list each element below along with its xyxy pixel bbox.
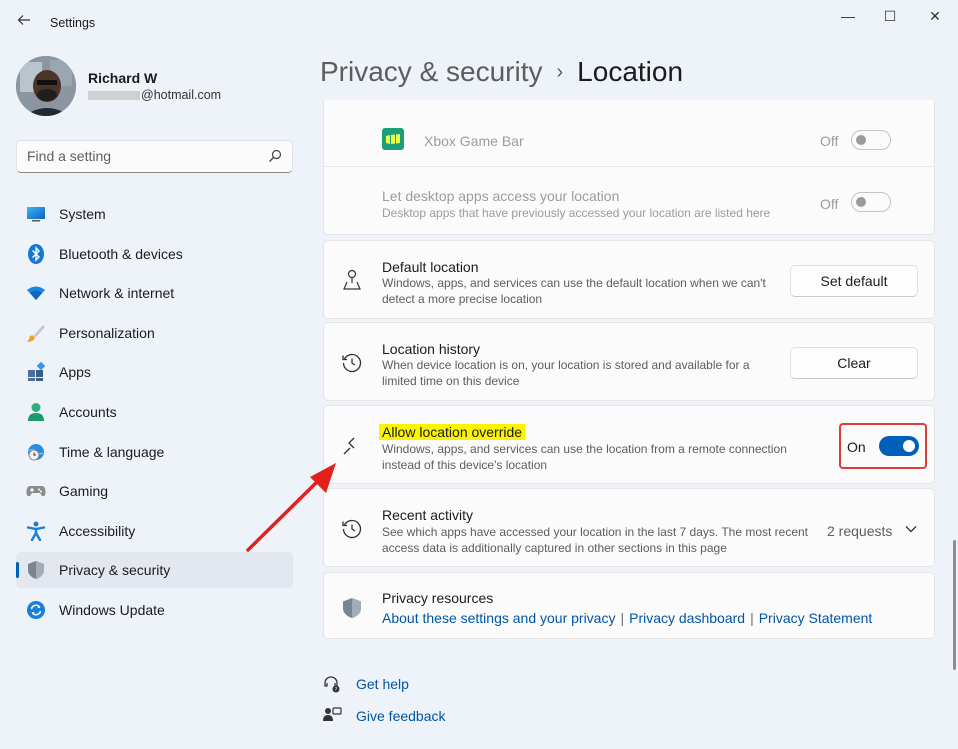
minimize-button[interactable]: — bbox=[833, 6, 863, 26]
feedback-icon bbox=[322, 706, 342, 726]
breadcrumb-separator: › bbox=[556, 61, 564, 83]
sidebar-item-label: Apps bbox=[59, 364, 91, 381]
search-icon[interactable] bbox=[268, 149, 282, 163]
sidebar-item-accounts[interactable]: Accounts bbox=[16, 394, 293, 430]
breadcrumb-parent[interactable]: Privacy & security bbox=[320, 56, 543, 87]
give-feedback-link[interactable]: Give feedback bbox=[356, 708, 446, 724]
sidebar-item-apps[interactable]: Apps bbox=[16, 354, 293, 390]
apps-icon bbox=[26, 362, 46, 382]
about-privacy-link[interactable]: About these settings and your privacy bbox=[382, 610, 615, 626]
location-history-card: Location history When device location is… bbox=[323, 322, 935, 401]
privacy-dashboard-link[interactable]: Privacy dashboard bbox=[629, 610, 745, 626]
sidebar-item-label: Gaming bbox=[59, 483, 109, 500]
maximize-button[interactable]: ☐ bbox=[875, 6, 905, 26]
link-separator: | bbox=[620, 610, 625, 626]
annotation-arrow bbox=[246, 463, 336, 552]
desktop-apps-title: Let desktop apps access your location bbox=[382, 188, 620, 204]
page-title: Location bbox=[577, 56, 684, 87]
accessibility-icon bbox=[26, 521, 46, 541]
avatar[interactable] bbox=[16, 56, 76, 116]
sidebar-item-bluetooth[interactable]: Bluetooth & devices bbox=[16, 236, 293, 272]
recent-activity-count: 2 requests bbox=[827, 523, 893, 539]
desktop-apps-toggle-state: Off bbox=[820, 196, 839, 212]
wifi-icon bbox=[26, 283, 46, 303]
sidebar-item-label: Time & language bbox=[59, 443, 165, 460]
chevron-down-icon[interactable] bbox=[904, 522, 918, 536]
close-button[interactable]: ✕ bbox=[920, 6, 950, 26]
default-location-desc-2: detect a more precise location bbox=[382, 292, 543, 306]
person-icon bbox=[26, 402, 46, 422]
sidebar-item-label: Privacy & security bbox=[59, 562, 171, 579]
recent-activity-title: Recent activity bbox=[382, 507, 474, 523]
app-title: Settings bbox=[50, 16, 96, 30]
privacy-resources-title: Privacy resources bbox=[382, 590, 494, 606]
remote-arrows-icon bbox=[341, 435, 363, 457]
privacy-resources-card: Privacy resources About these settings a… bbox=[323, 572, 935, 639]
help-icon: ? bbox=[322, 674, 342, 694]
sidebar-nav: System Bluetooth & devices Network & int… bbox=[16, 196, 293, 632]
recent-activity-card[interactable]: Recent activity See which apps have acce… bbox=[323, 488, 935, 567]
sidebar-item-label: Personalization bbox=[59, 324, 155, 341]
title-bar: Settings — ☐ ✕ bbox=[0, 0, 958, 48]
shield-icon bbox=[341, 597, 363, 619]
clear-history-button[interactable]: Clear bbox=[790, 347, 918, 379]
svg-text:?: ? bbox=[335, 687, 338, 693]
redacted-block bbox=[88, 91, 140, 101]
location-override-title: Allow location override bbox=[379, 424, 526, 440]
sidebar-item-privacy-security[interactable]: Privacy & security bbox=[16, 552, 293, 589]
location-history-desc-1: When device location is on, your locatio… bbox=[382, 358, 750, 372]
xbox-game-bar-icon bbox=[382, 128, 404, 150]
system-icon bbox=[26, 204, 46, 224]
default-location-card: Default location Windows, apps, and serv… bbox=[323, 240, 935, 319]
sidebar-item-label: Accessibility bbox=[59, 522, 136, 539]
sidebar-item-label: System bbox=[59, 206, 106, 222]
xbox-toggle-state: Off bbox=[820, 133, 839, 149]
history-icon bbox=[341, 352, 363, 374]
bluetooth-icon bbox=[26, 243, 46, 264]
sidebar-item-network[interactable]: Network & internet bbox=[16, 275, 293, 311]
sidebar-item-label: Windows Update bbox=[59, 601, 165, 618]
get-help-link[interactable]: Get help bbox=[356, 676, 409, 692]
profile-name: Richard W bbox=[88, 70, 158, 86]
profile-email: @hotmail.com bbox=[88, 88, 221, 102]
map-pin-icon bbox=[341, 269, 363, 291]
xbox-toggle[interactable] bbox=[851, 130, 891, 150]
back-arrow-icon[interactable] bbox=[12, 12, 36, 36]
location-override-desc-1: Windows, apps, and services can use the … bbox=[382, 442, 787, 456]
set-default-button[interactable]: Set default bbox=[790, 265, 918, 297]
gamepad-icon bbox=[26, 481, 46, 501]
shield-icon bbox=[26, 560, 46, 580]
recent-activity-desc-2: access data is additionally captured in … bbox=[382, 541, 727, 555]
email-suffix: @hotmail.com bbox=[141, 88, 222, 102]
default-location-desc-1: Windows, apps, and services can use the … bbox=[382, 276, 766, 290]
brush-icon bbox=[26, 323, 46, 343]
search-box[interactable] bbox=[16, 140, 293, 173]
xbox-game-bar-label: Xbox Game Bar bbox=[424, 133, 524, 149]
default-location-title: Default location bbox=[382, 259, 479, 275]
search-input[interactable] bbox=[27, 148, 257, 164]
breadcrumb: Privacy & security › Location bbox=[320, 56, 683, 88]
sidebar-item-label: Accounts bbox=[59, 403, 117, 420]
link-separator: | bbox=[750, 610, 754, 626]
desktop-apps-toggle[interactable] bbox=[851, 192, 891, 212]
location-override-desc-2: instead of this device's location bbox=[382, 458, 548, 472]
desktop-apps-desc: Desktop apps that have previously access… bbox=[382, 206, 771, 220]
annotation-highlight-box bbox=[839, 423, 927, 469]
globe-clock-icon bbox=[26, 442, 46, 462]
privacy-statement-link[interactable]: Privacy Statement bbox=[759, 610, 873, 626]
divider bbox=[324, 166, 934, 167]
privacy-links: About these settings and your privacy | Pr… bbox=[382, 610, 872, 626]
update-icon bbox=[26, 600, 46, 620]
sidebar-item-system[interactable]: System bbox=[16, 196, 293, 232]
location-history-desc-2: limited time on this device bbox=[382, 374, 520, 388]
sidebar-item-label: Bluetooth & devices bbox=[59, 245, 183, 262]
scrollbar[interactable] bbox=[953, 540, 956, 670]
sidebar-item-label: Network & internet bbox=[59, 285, 175, 302]
recent-activity-desc-1: See which apps have accessed your locati… bbox=[382, 525, 809, 539]
app-access-group: Xbox Game Bar Off Let desktop apps acces… bbox=[323, 100, 935, 235]
sidebar-item-personalization[interactable]: Personalization bbox=[16, 315, 293, 351]
sidebar-item-windows-update[interactable]: Windows Update bbox=[16, 592, 293, 628]
location-override-title-text: Allow location override bbox=[379, 424, 526, 440]
location-history-title: Location history bbox=[382, 341, 481, 357]
